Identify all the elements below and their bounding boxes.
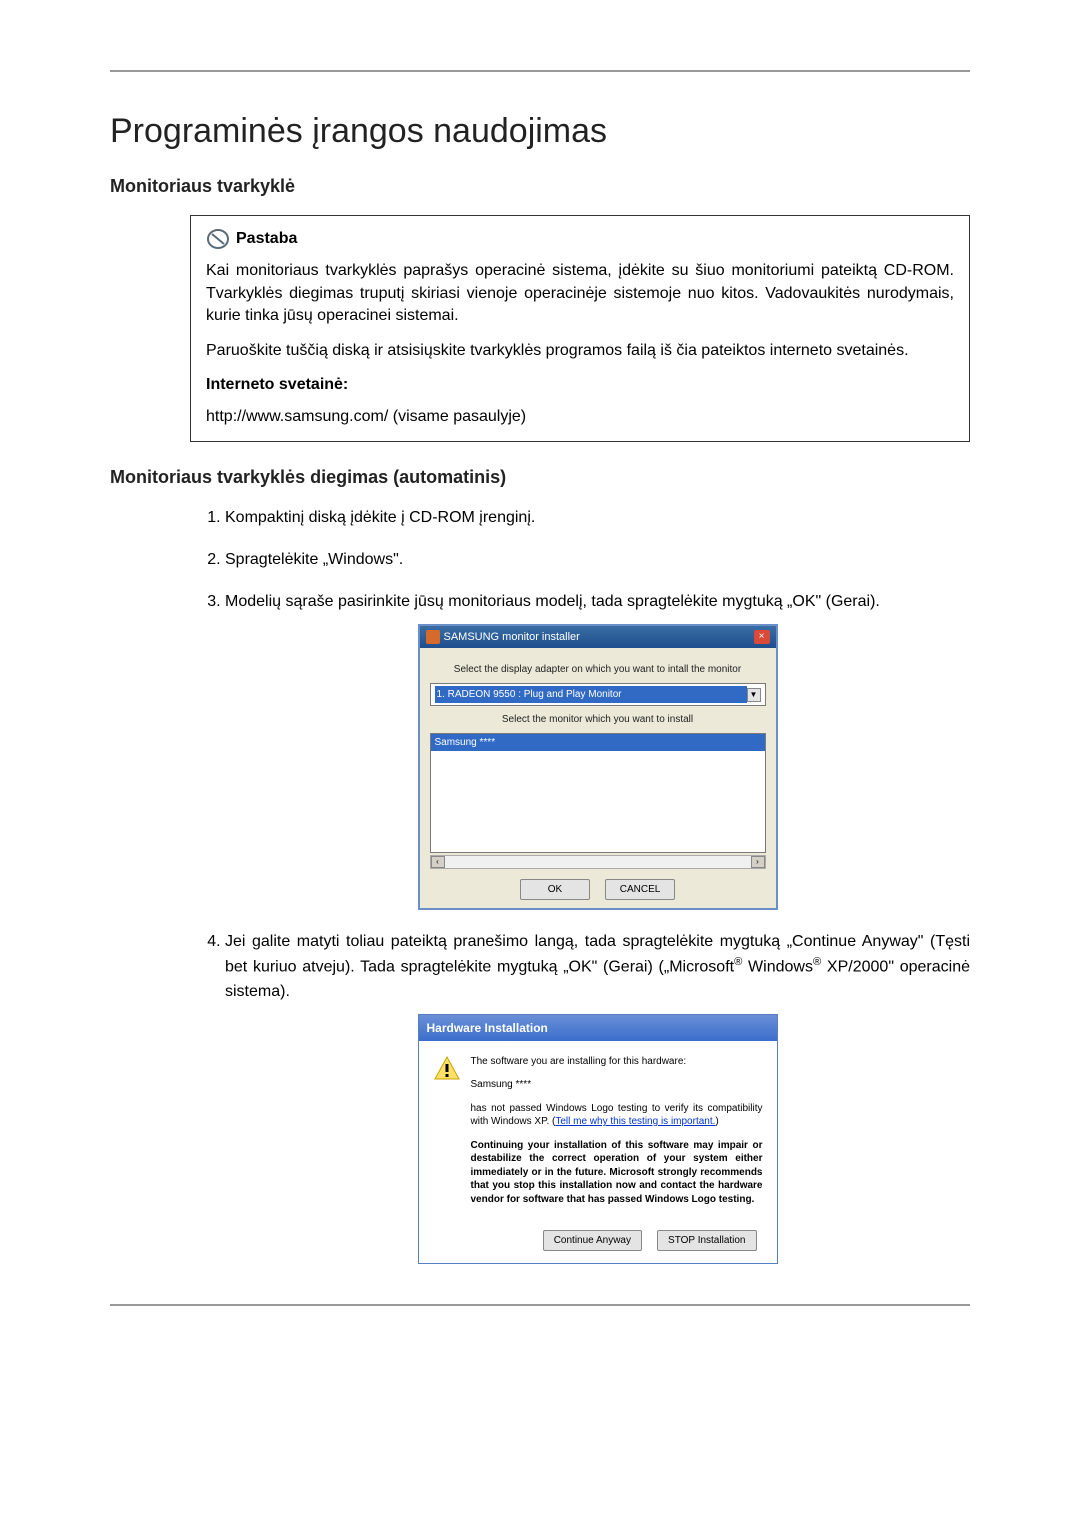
steps-list: Kompaktinį diską įdėkite į CD-ROM įrengi…: [190, 506, 970, 1264]
step-3: Modelių sąraše pasirinkite jūsų monitori…: [225, 590, 970, 911]
installer-dialog: SAMSUNG monitor installer × Select the d…: [418, 624, 778, 911]
note-url: http://www.samsung.com/ (visame pasaulyj…: [206, 406, 954, 428]
installer-titlebar: SAMSUNG monitor installer ×: [420, 626, 776, 649]
note-website-label: Interneto svetainė:: [206, 374, 954, 396]
note-box: Pastaba Kai monitoriaus tvarkyklės papra…: [190, 215, 970, 442]
scroll-track[interactable]: [445, 856, 751, 868]
adapter-selected: 1. RADEON 9550 : Plug and Play Monitor: [435, 686, 747, 703]
hwinst-title: Hardware Installation: [419, 1015, 777, 1041]
top-rule: [110, 70, 970, 72]
monitor-list-item[interactable]: Samsung ****: [431, 734, 765, 751]
hwinst-p1: The software you are installing for this…: [471, 1055, 763, 1069]
installer-app-icon: [426, 630, 440, 644]
step-1: Kompaktinį diską įdėkite į CD-ROM įrengi…: [225, 506, 970, 530]
step-4: Jei galite matyti toliau pateiktą praneš…: [225, 930, 970, 1264]
section2-title: Monitoriaus tvarkyklės diegimas (automat…: [110, 467, 970, 488]
hwinst-body: The software you are installing for this…: [471, 1055, 763, 1217]
hwinst-p3: has not passed Windows Logo testing to v…: [471, 1102, 763, 1129]
stop-installation-button[interactable]: STOP Installation: [657, 1230, 756, 1251]
step-4-text-b: Windows: [742, 959, 813, 976]
note-icon: [206, 228, 230, 250]
close-icon[interactable]: ×: [754, 630, 770, 644]
reg-mark-2: ®: [813, 956, 821, 968]
note-p2: Paruoškite tuščią diską ir atsisiųskite …: [206, 340, 954, 362]
hwinst-p4: Continuing your installation of this sof…: [471, 1139, 763, 1207]
installer-line1: Select the display adapter on which you …: [430, 662, 766, 677]
note-header: Pastaba: [206, 228, 954, 250]
step-3-text: Modelių sąraše pasirinkite jūsų monitori…: [225, 593, 880, 610]
step-2: Spragtelėkite „Windows".: [225, 548, 970, 572]
chevron-down-icon[interactable]: ▼: [747, 688, 761, 702]
bottom-rule: [110, 1304, 970, 1306]
note-p1: Kai monitoriaus tvarkyklės paprašys oper…: [206, 260, 954, 327]
testing-important-link[interactable]: Tell me why this testing is important.: [555, 1116, 715, 1127]
note-label: Pastaba: [236, 228, 297, 250]
continue-anyway-button[interactable]: Continue Anyway: [543, 1230, 642, 1251]
monitor-list[interactable]: Samsung ****: [430, 733, 766, 853]
adapter-combo[interactable]: 1. RADEON 9550 : Plug and Play Monitor ▼: [430, 683, 766, 706]
hardware-installation-dialog: Hardware Installation The software you a…: [418, 1014, 778, 1265]
ok-button[interactable]: OK: [520, 879, 590, 900]
cancel-button[interactable]: CANCEL: [605, 879, 675, 900]
scroll-right-icon[interactable]: ›: [751, 856, 765, 868]
warning-icon: [433, 1055, 461, 1081]
installer-line2: Select the monitor which you want to ins…: [430, 712, 766, 727]
installer-title: SAMSUNG monitor installer: [444, 629, 580, 646]
horizontal-scrollbar[interactable]: ‹ ›: [430, 855, 766, 869]
scroll-left-icon[interactable]: ‹: [431, 856, 445, 868]
section1-title: Monitoriaus tvarkyklė: [110, 176, 970, 197]
hwinst-p2: Samsung ****: [471, 1078, 763, 1092]
page-title: Programinės įrangos naudojimas: [110, 112, 970, 151]
hwinst-p3b: ): [715, 1116, 718, 1127]
